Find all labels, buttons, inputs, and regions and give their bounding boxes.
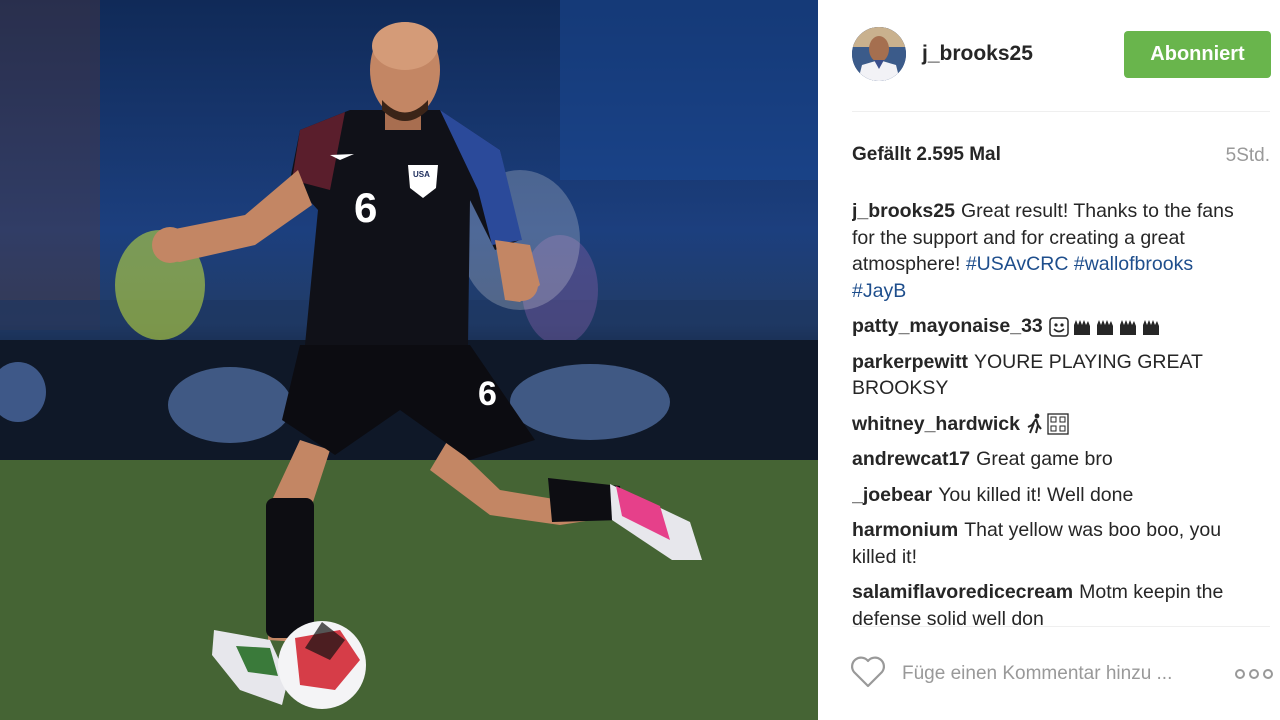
comment-item: patty_mayonaise_33 xyxy=(852,313,1242,340)
unknown-glyph-icon xyxy=(1047,413,1069,435)
crest-text: USA xyxy=(413,170,430,179)
hashtag-link[interactable]: #wallofbrooks xyxy=(1074,253,1193,275)
avatar[interactable] xyxy=(852,27,906,81)
comment-item: _joebear You killed it! Well done xyxy=(852,482,1242,509)
comment-emoji-row xyxy=(1049,317,1161,337)
follow-button[interactable]: Abonniert xyxy=(1124,31,1271,78)
soccer-player-image: 6 6 USA xyxy=(0,0,818,720)
comment-username[interactable]: parkerpewitt xyxy=(852,351,968,373)
post-username[interactable]: j_brooks25 xyxy=(922,42,1033,66)
hands-icon xyxy=(1073,319,1090,335)
more-options-icon[interactable] xyxy=(1234,662,1274,686)
comment-username[interactable]: salamiflavoredicecream xyxy=(852,581,1073,603)
likes-count[interactable]: Gefällt 2.595 Mal xyxy=(852,144,1001,166)
caption: j_brooks25 Great result! Thanks to the fa… xyxy=(852,198,1242,304)
post-side-panel: j_brooks25 Abonniert Gefällt 2.595 Mal 5… xyxy=(818,0,1280,720)
avatar-image xyxy=(852,27,906,81)
comment-text: Great game bro xyxy=(976,448,1113,470)
comment-username[interactable]: harmonium xyxy=(852,519,958,541)
comment-item: whitney_hardwick xyxy=(852,411,1242,438)
comment-username[interactable]: patty_mayonaise_33 xyxy=(852,315,1043,337)
add-comment-input[interactable] xyxy=(900,656,1204,692)
shorts-number: 6 xyxy=(478,375,497,413)
post-timestamp[interactable]: 5Std. xyxy=(1226,145,1270,167)
hashtag-link[interactable]: #USAvCRC xyxy=(966,253,1069,275)
comment-username[interactable]: _joebear xyxy=(852,484,932,506)
comment-username[interactable]: andrewcat17 xyxy=(852,448,970,470)
comment-item: andrewcat17 Great game bro xyxy=(852,446,1242,473)
instagram-post-window: 6 6 USA j_brooks25 Abonniert Gefällt 2.5… xyxy=(0,0,1280,720)
comment-item: salamiflavoredicecream Motm keepin the de… xyxy=(852,579,1242,626)
comment-emoji-row xyxy=(1026,413,1069,435)
comments-divider xyxy=(852,626,1270,627)
caption-username[interactable]: j_brooks25 xyxy=(852,200,955,222)
hashtag-link[interactable]: #JayB xyxy=(852,280,906,302)
header-divider xyxy=(852,111,1270,112)
hands-icon xyxy=(1096,319,1113,335)
post-photo[interactable]: 6 6 USA xyxy=(0,0,818,720)
like-heart-icon[interactable] xyxy=(850,656,886,688)
runner-icon xyxy=(1027,413,1042,434)
hands-icon xyxy=(1119,319,1136,335)
comment-item: harmonium That yellow was boo boo, you ki… xyxy=(852,517,1242,570)
comment-username[interactable]: whitney_hardwick xyxy=(852,413,1020,435)
comments-list[interactable]: j_brooks25 Great result! Thanks to the fa… xyxy=(852,198,1242,626)
jersey-number: 6 xyxy=(354,184,377,231)
hands-icon xyxy=(1142,319,1159,335)
face-icon xyxy=(1049,317,1069,337)
comment-item: parkerpewitt YOURE PLAYING GREAT BROOKSY xyxy=(852,349,1242,402)
comment-text: You killed it! Well done xyxy=(938,483,1134,506)
post-header: j_brooks25 Abonniert xyxy=(818,0,1280,112)
